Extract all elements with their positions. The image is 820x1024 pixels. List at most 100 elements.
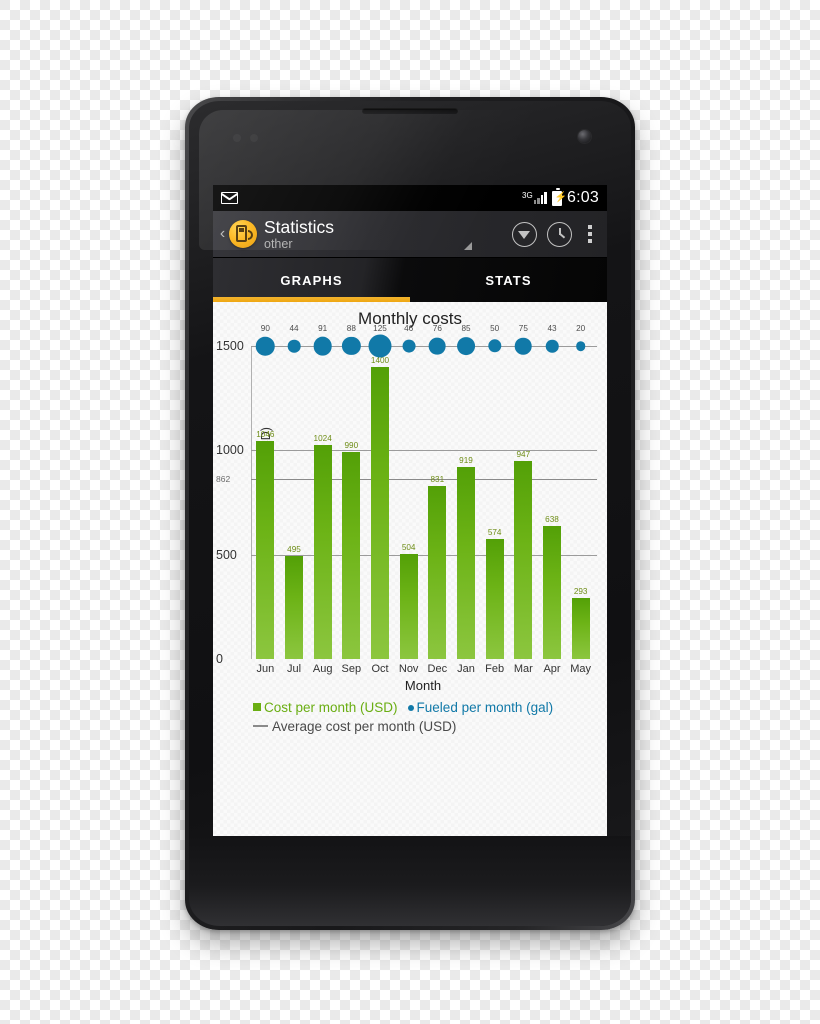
status-bar: 3G ⚡ 6:03: [213, 185, 607, 211]
bar: [371, 366, 389, 659]
x-axis-tick: Apr: [543, 663, 561, 675]
bubble-value-label: 85: [461, 324, 471, 333]
bar-value-label: 574: [487, 528, 502, 538]
bar-value-label: 919: [459, 456, 473, 466]
x-axis-tick: Feb: [485, 663, 505, 675]
bar: [485, 539, 504, 659]
average-line: [251, 479, 597, 481]
tab-bar: GRAPHS STATS: [213, 258, 607, 302]
bubble-value-label: 43: [547, 324, 557, 333]
battery-charging-icon: ⚡: [552, 188, 567, 206]
legend-cost-swatch: [253, 703, 261, 711]
dropdown-triangle-icon[interactable]: [464, 241, 472, 250]
phone-device: 3G ⚡ 6:03 ‹ Statistics other GRAPHS STAT…: [185, 97, 635, 930]
x-axis-label: Month: [404, 678, 442, 693]
bar: [313, 445, 332, 659]
legend-cost-label: Cost per month (USD): [264, 700, 398, 715]
bubble-value-label: 125: [373, 324, 387, 333]
signal-bars-icon: [533, 192, 548, 204]
clock-icon[interactable]: [543, 218, 576, 251]
network-label: 3G: [522, 191, 533, 200]
bubble-point: [313, 336, 332, 356]
network-indicator: 3G: [522, 191, 548, 204]
x-axis-tick: Nov: [398, 663, 419, 675]
bubble-point: [457, 337, 475, 355]
bar: [457, 467, 475, 659]
bar: [285, 555, 303, 659]
bubble-point: [368, 334, 392, 358]
bubble-value-label: 75: [518, 324, 528, 333]
bubble-value-label: 44: [289, 324, 299, 333]
proximity-sensors: [233, 134, 267, 142]
bar-value-label: 638: [545, 514, 559, 524]
chart-legend: Cost per month (USD) Fueled per month (ga…: [253, 698, 553, 736]
earpiece-speaker: [362, 108, 458, 114]
bubble-point: [428, 337, 446, 355]
tab-graphs[interactable]: GRAPHS: [213, 258, 410, 302]
x-axis-tick: Jun: [256, 663, 275, 675]
bubble-point: [402, 339, 416, 353]
bar: [543, 525, 561, 659]
average-line-label: 862: [216, 474, 231, 485]
plot-region: 0 500 1000 1500 862 1046 495 1024 990 1400 504 831 9…: [216, 324, 597, 666]
legend-fueled-label: Fueled per month (gal): [416, 700, 554, 715]
bubble-point: [515, 337, 532, 355]
bubble-value-label: 20: [576, 324, 586, 333]
bar-value-label: 990: [344, 441, 359, 451]
bubble-value-label: 88: [346, 324, 356, 333]
y-axis-tick: 1000: [216, 443, 244, 458]
fuel-pump-icon[interactable]: [229, 220, 257, 248]
bar: [399, 553, 418, 659]
bar-value-label: 1024: [313, 434, 332, 444]
action-bar-titles[interactable]: Statistics other: [264, 217, 506, 251]
legend-average-label: Average cost per month (USD): [272, 719, 457, 734]
legend-row-1: Cost per month (USD) Fueled per month (ga…: [253, 698, 553, 717]
x-axis-tick: May: [570, 663, 592, 675]
bubble-value-label: 76: [432, 324, 442, 333]
overflow-menu-icon[interactable]: [579, 218, 601, 251]
bar: [514, 461, 533, 659]
bar-value-label: 1046: [256, 429, 275, 439]
x-axis-tick: Sep: [341, 663, 362, 675]
legend-average-swatch: [253, 725, 268, 727]
gridline: [251, 450, 597, 452]
phone-screen: 3G ⚡ 6:03 ‹ Statistics other GRAPHS STAT…: [213, 185, 607, 840]
x-axis-tick: Mar: [513, 663, 533, 675]
bubble-point: [287, 339, 301, 353]
x-axis-tick: Jan: [457, 663, 475, 675]
bar-value-label: 293: [573, 586, 588, 596]
tab-stats[interactable]: STATS: [410, 258, 607, 302]
bar-value-label: 831: [430, 474, 445, 484]
bubble-value-label: 91: [318, 324, 328, 333]
status-clock: 6:03: [567, 189, 599, 206]
legend-fueled-swatch: [407, 705, 414, 711]
bubble-point: [487, 339, 502, 353]
bubble-value-label: 50: [490, 324, 500, 333]
bubble-point: [342, 336, 361, 356]
bar: [342, 452, 361, 659]
bar-value-label: 947: [516, 450, 531, 460]
bubble-value-label: 46: [404, 324, 414, 333]
bar-value-label: 504: [401, 542, 416, 552]
x-axis-tick: Jul: [286, 663, 302, 675]
bubble-point: [256, 336, 275, 356]
chart-area: Monthly costs Cost (USD) 050010001500862…: [213, 302, 607, 840]
bubble-point: [575, 341, 586, 351]
x-axis-tick: Aug: [312, 663, 333, 675]
phone-body: 3G ⚡ 6:03 ‹ Statistics other GRAPHS STAT…: [189, 101, 631, 926]
y-axis-tick: 500: [216, 547, 237, 562]
front-camera: [578, 130, 591, 143]
bottom-bezel: [189, 836, 631, 926]
up-navigation-icon[interactable]: ‹: [217, 225, 228, 243]
action-bar: ‹ Statistics other: [213, 211, 607, 258]
bubble-value-label: 90: [260, 324, 270, 333]
download-icon[interactable]: [508, 218, 541, 251]
bar-value-label: 495: [287, 544, 301, 554]
bar: [428, 485, 447, 659]
x-axis-tick: Oct: [371, 663, 389, 675]
mail-icon: [221, 192, 238, 204]
status-left: [221, 192, 522, 204]
status-right: 3G ⚡ 6:03: [522, 188, 599, 207]
bar: [571, 597, 590, 659]
y-axis-tick: 0: [216, 652, 223, 666]
